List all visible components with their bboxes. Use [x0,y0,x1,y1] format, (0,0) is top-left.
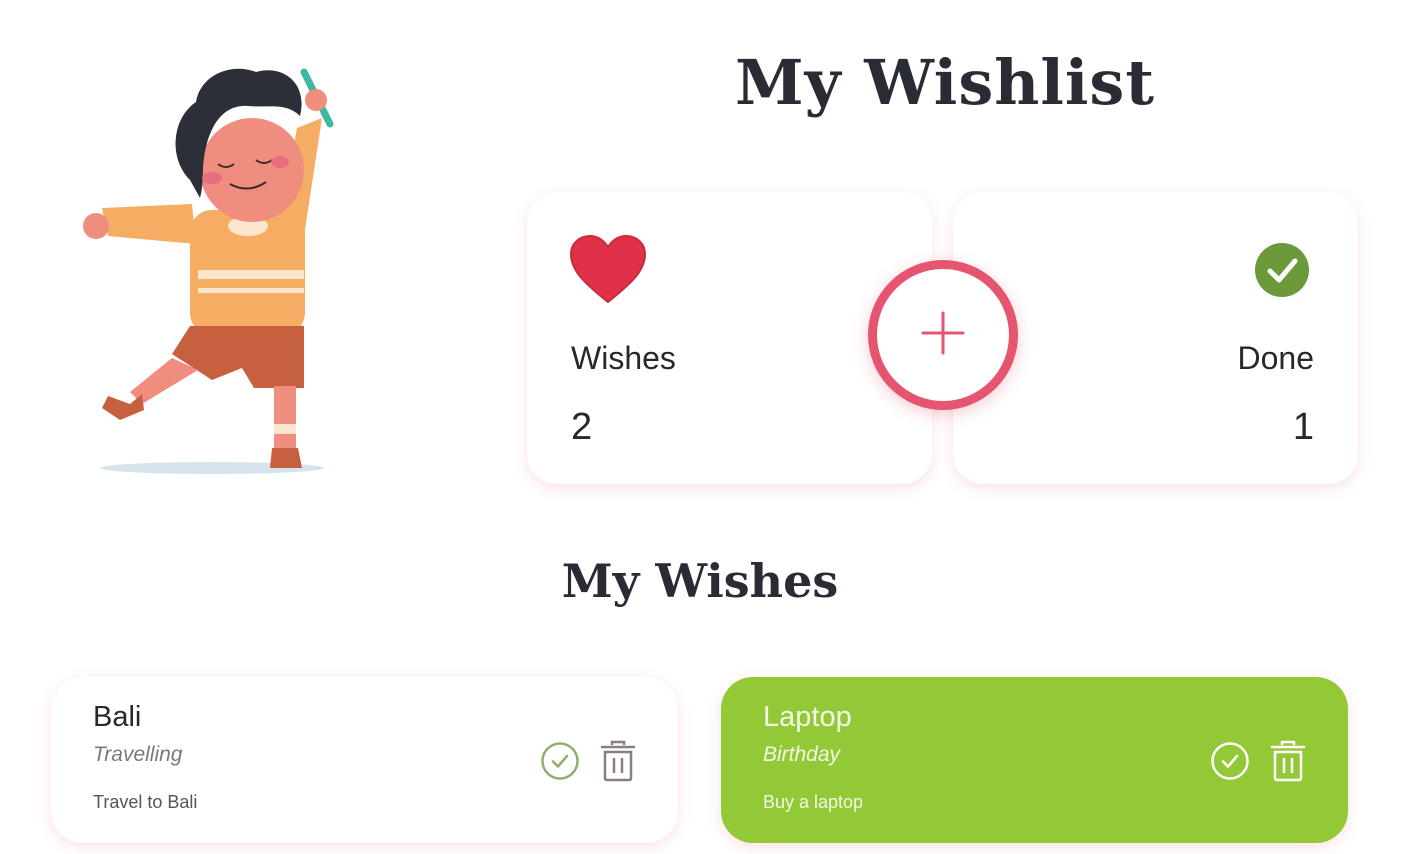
delete-button[interactable] [598,739,638,783]
check-circle-icon [541,742,579,780]
section-title: My Wishes [561,554,839,608]
delete-button[interactable] [1268,739,1308,783]
mark-done-button[interactable] [540,739,580,783]
wish-card: Bali Travelling Travel to Bali [51,677,678,843]
check-circle-icon [1254,242,1310,302]
trash-icon [600,740,636,782]
mark-done-button[interactable] [1210,739,1250,783]
check-circle-icon [1211,742,1249,780]
done-stat-label: Done [1237,340,1315,376]
trash-icon [1270,740,1306,782]
wish-category: Travelling [93,743,183,766]
plus-icon [921,311,965,359]
wish-title: Bali [93,701,142,733]
page-title: My Wishlist [735,46,1155,119]
wish-title: Laptop [763,701,852,733]
kid-illustration [83,68,334,474]
wish-category: Birthday [763,743,841,766]
heart-icon [569,234,647,308]
wish-description: Travel to Bali [93,792,198,812]
wishes-stat-label: Wishes [571,340,676,376]
done-stat-count: 1 [1292,406,1314,448]
wishes-stat-count: 2 [571,406,593,448]
wish-description: Buy a laptop [763,792,864,812]
wish-card: Laptop Birthday Buy a laptop [721,677,1348,843]
add-wish-button[interactable] [868,260,1018,410]
